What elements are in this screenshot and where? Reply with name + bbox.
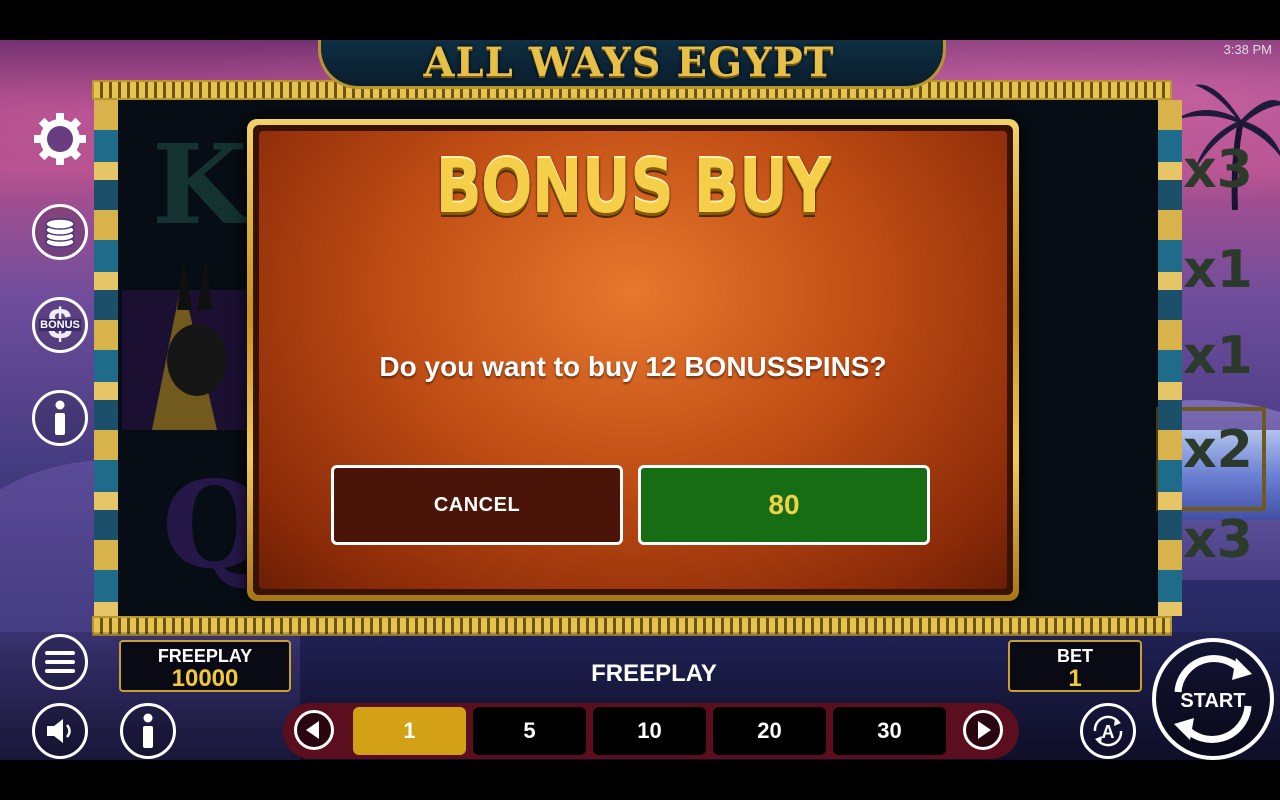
balance-label: FREEPLAY — [157, 646, 253, 666]
bet-option[interactable]: 20 — [713, 707, 826, 755]
left-pillar — [94, 100, 118, 616]
start-spin-button[interactable]: START — [1152, 638, 1274, 760]
cancel-button-label: CANCEL — [433, 493, 521, 516]
status-message: FREEPLAY — [591, 660, 717, 687]
info-icon — [143, 713, 153, 748]
menu-button[interactable] — [32, 634, 88, 690]
bet-option[interactable]: 5 — [473, 707, 586, 755]
settings-button[interactable] — [32, 111, 88, 167]
dialog-question: Do you want to buy 12 BONUSSPINS? — [379, 351, 887, 382]
game-title: ALL WAYS EGYPT — [423, 39, 835, 86]
bonus-button-label: BONUS — [39, 319, 81, 331]
confirm-button-label: 80 — [768, 489, 800, 520]
right-pillar — [1158, 100, 1182, 616]
info-button[interactable] — [32, 390, 88, 446]
autoplay-icon: A — [1093, 715, 1123, 747]
gear-icon — [34, 113, 86, 165]
bet-option[interactable]: 1 — [353, 707, 466, 755]
arrow-left-icon — [306, 721, 319, 739]
bet-box: BET 1 — [1008, 640, 1142, 692]
arrow-right-icon — [978, 721, 991, 739]
bet-value: 1 — [1068, 665, 1082, 692]
bet-coins-button[interactable] — [32, 204, 88, 260]
dialog-title: BONUS BUY — [435, 144, 832, 230]
dialog-border: BONUS BUY Do you want to buy 12 BONUSSPI… — [253, 125, 1013, 595]
clock: 3:38 PM — [1223, 42, 1272, 57]
balance-box: FREEPLAY 10000 — [119, 640, 291, 692]
dialog-body: BONUS BUY Do you want to buy 12 BONUSSPI… — [259, 131, 1007, 589]
speaker-icon — [47, 719, 71, 743]
hamburger-menu-icon — [45, 651, 75, 673]
bet-label: BET — [1057, 646, 1093, 666]
bonus-buy-button[interactable]: $ BONUS — [32, 297, 88, 353]
paytable-info-button[interactable] — [120, 703, 176, 759]
coins-icon — [45, 218, 75, 248]
bet-option[interactable]: 10 — [593, 707, 706, 755]
bonus-buy-dialog: BONUS BUY Do you want to buy 12 BONUSSPI… — [247, 119, 1019, 601]
cancel-button[interactable]: CANCEL — [331, 465, 623, 545]
autoplay-button[interactable]: A — [1080, 703, 1136, 759]
confirm-buy-button[interactable]: 80 — [638, 465, 930, 545]
sound-button[interactable] — [32, 703, 88, 759]
bet-option[interactable]: 30 — [833, 707, 946, 755]
bet-prev-button[interactable] — [294, 710, 334, 750]
info-icon — [55, 400, 65, 435]
start-label: START — [1180, 690, 1246, 712]
autoplay-label: A — [1102, 722, 1115, 742]
balance-value: 10000 — [171, 665, 239, 692]
bet-next-button[interactable] — [963, 710, 1003, 750]
